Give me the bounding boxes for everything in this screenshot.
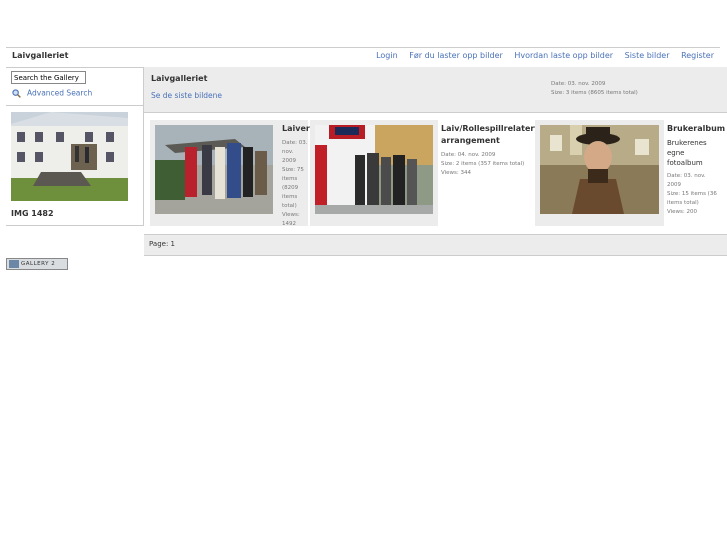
nav-register-link[interactable]: Register <box>681 51 714 60</box>
album-item-description: Brukerenes egne fotoalbum <box>667 139 707 167</box>
thumbnail-image <box>540 125 659 214</box>
search-input[interactable] <box>11 71 86 84</box>
house-photo <box>11 112 128 201</box>
meta-line: items <box>282 194 298 200</box>
album-meta: Date: 03. nov. 2009 Size: 3 items (8605 … <box>551 80 638 98</box>
meta-line: Date: 03. nov. 2009 <box>667 173 706 188</box>
album-header: Laivgalleriet Se de siste bildene Date: … <box>144 67 727 113</box>
album-size: Size: 3 items (8605 items total) <box>551 90 638 96</box>
meta-line: items total) <box>667 200 699 206</box>
meta-line: Size: 15 items (36 <box>667 191 717 197</box>
meta-line: Date: 03. <box>282 140 308 146</box>
page-indicator: Page: 1 <box>149 240 175 248</box>
meta-line: nov. 2009 <box>282 149 296 164</box>
meta-line: Size: 75 <box>282 167 304 173</box>
random-photo-thumbnail[interactable] <box>11 112 128 201</box>
gallery-badge[interactable]: GALLERY 2 <box>6 258 68 270</box>
album-item-title[interactable]: Laiv/Rollespillrelaterte arrangement <box>441 123 544 147</box>
album-item <box>310 120 438 226</box>
advanced-search-link[interactable]: Advanced Search <box>12 88 92 98</box>
album-item <box>535 120 664 226</box>
gallery-logo-icon <box>9 260 19 268</box>
meta-line: Size: 2 items (357 items total) <box>441 161 525 167</box>
album-item-meta: Date: 03. nov. 2009 Size: 15 items (36 i… <box>667 172 721 217</box>
meta-line: items <box>282 176 298 182</box>
site-title[interactable]: Laivgalleriet <box>12 51 68 60</box>
meta-line: Views: <box>282 212 300 218</box>
thumbnail-image <box>315 125 433 214</box>
album-item-meta: Date: 03. nov. 2009 Size: 75 items (8209… <box>282 139 308 229</box>
album-item-info: Brukeralbum Brukerenes egne fotoalbum Da… <box>667 123 725 217</box>
meta-line: total) <box>282 203 297 209</box>
thumbnail-image <box>155 125 273 214</box>
album-date: Date: 03. nov. 2009 <box>551 81 606 87</box>
advanced-search-label: Advanced Search <box>27 88 93 98</box>
pagination-bar: Page: 1 <box>144 234 727 256</box>
nav-login-link[interactable]: Login <box>376 51 398 60</box>
meta-line: Views: 344 <box>441 170 472 176</box>
album-thumbnail[interactable] <box>155 125 273 214</box>
album-title: Laivgalleriet <box>151 74 208 83</box>
nav-latest-photos-link[interactable]: Siste bilder <box>625 51 670 60</box>
meta-line: Date: 04. nov. 2009 <box>441 152 496 158</box>
album-item-info: Laiver Date: 03. nov. 2009 Size: 75 item… <box>282 123 310 229</box>
nav-how-to-upload-link[interactable]: Hvordan laste opp bilder <box>514 51 613 60</box>
album-item-meta: Date: 04. nov. 2009 Size: 2 items (357 i… <box>441 151 534 178</box>
sidebar: Advanced Search IMG 1482 <box>6 67 144 226</box>
magnifier-icon <box>12 88 21 98</box>
latest-photos-link[interactable]: Se de siste bildene <box>151 91 222 100</box>
top-bar: Laivgalleriet Login Før du laster opp bi… <box>6 47 720 68</box>
meta-line: 1492 <box>282 221 296 227</box>
album-thumbnail[interactable] <box>540 125 659 214</box>
sidebar-divider <box>6 105 143 106</box>
nav-before-upload-link[interactable]: Før du laster opp bilder <box>409 51 503 60</box>
meta-line: (8209 <box>282 185 299 191</box>
album-thumbnail[interactable] <box>315 125 433 214</box>
random-photo-caption[interactable]: IMG 1482 <box>11 209 54 218</box>
album-item-info: Laiv/Rollespillrelaterte arrangement Dat… <box>441 123 544 178</box>
meta-line: Views: 200 <box>667 209 698 215</box>
top-nav: Login Før du laster opp bilder Hvordan l… <box>367 51 714 60</box>
gallery-badge-label: GALLERY 2 <box>21 261 56 267</box>
album-item-title[interactable]: Laiver <box>282 123 310 135</box>
album-item-title[interactable]: Brukeralbum <box>667 123 725 135</box>
